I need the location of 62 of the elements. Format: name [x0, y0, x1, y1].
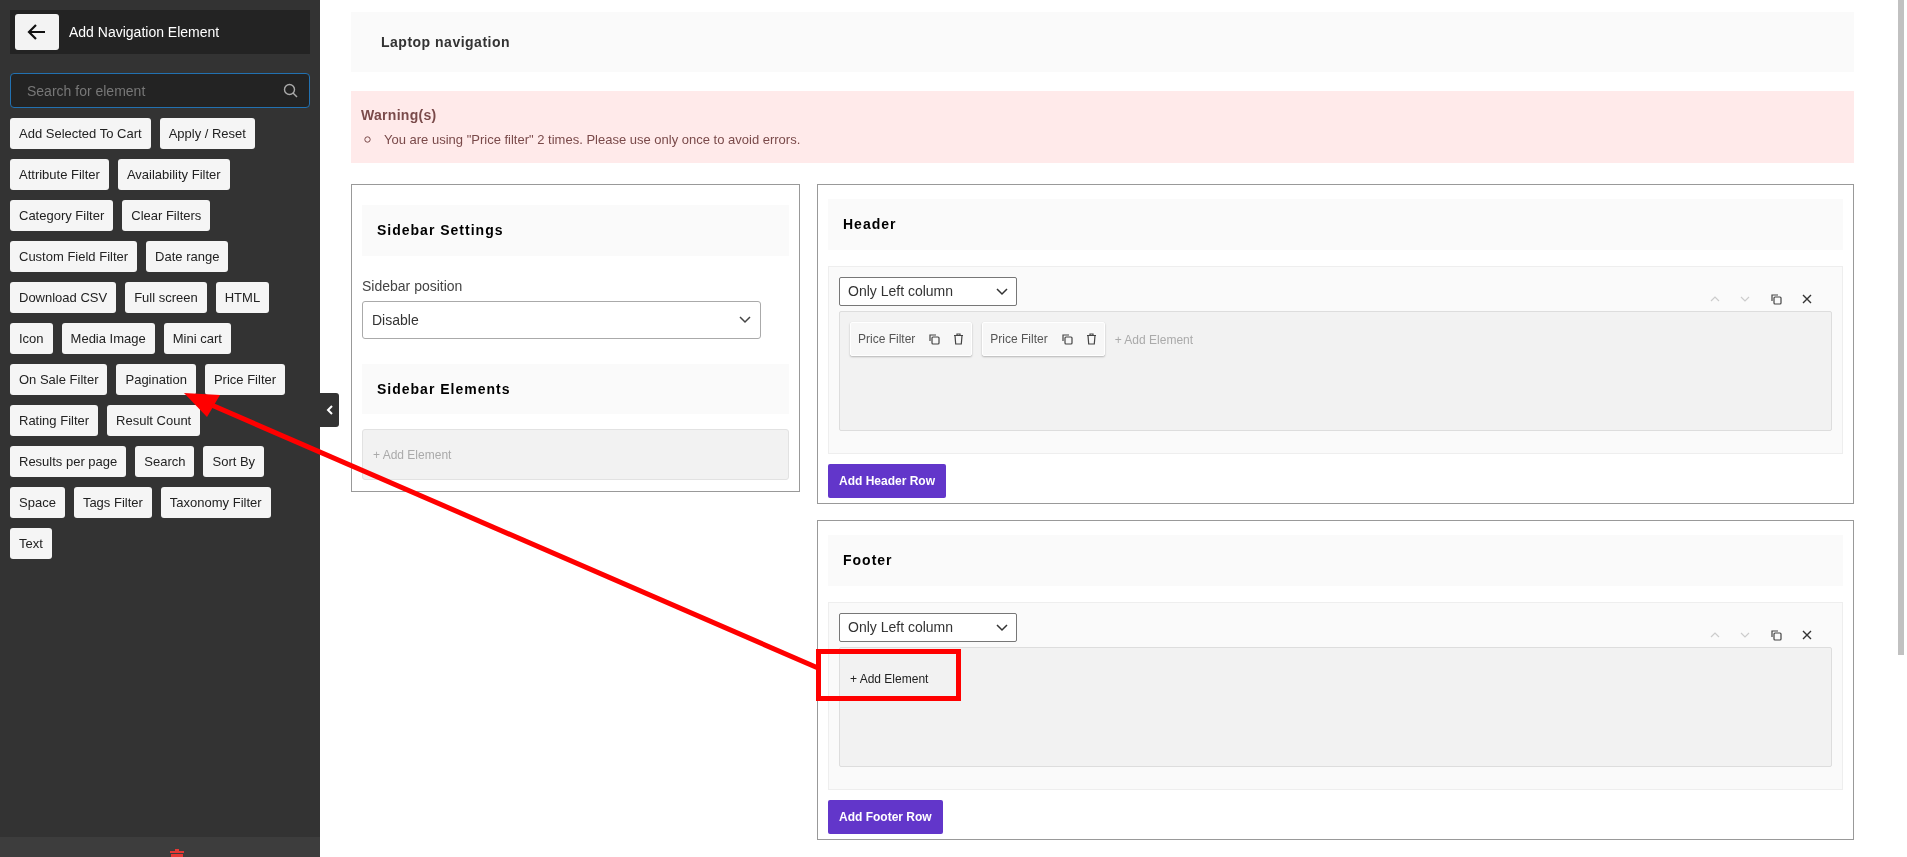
- chevron-down-icon: [739, 316, 751, 324]
- close-icon[interactable]: [1802, 630, 1812, 640]
- copy-icon[interactable]: [1770, 293, 1782, 305]
- element-chip[interactable]: Media Image: [61, 323, 155, 354]
- copy-icon[interactable]: [928, 333, 941, 345]
- chevron-down-icon: [996, 287, 1008, 296]
- element-chip[interactable]: Text: [10, 528, 52, 559]
- back-arrow-icon: [27, 23, 47, 41]
- element-chip[interactable]: Tags Filter: [73, 487, 152, 518]
- element-chip[interactable]: Results per page: [10, 446, 127, 477]
- element-chip[interactable]: Custom Field Filter: [10, 241, 138, 272]
- section-heading: Header: [843, 215, 897, 234]
- element-label: Price Filter: [858, 331, 916, 348]
- element-chip[interactable]: Space: [10, 487, 65, 518]
- element-chip[interactable]: Result Count: [107, 405, 201, 436]
- element-chip[interactable]: Attribute Filter: [10, 159, 109, 190]
- close-icon[interactable]: [1802, 294, 1812, 304]
- element-chip[interactable]: Date range: [146, 241, 229, 272]
- element-chip[interactable]: Price Filter: [204, 364, 286, 395]
- add-row-button[interactable]: Add Footer Row: [828, 800, 943, 834]
- section-heading: Footer: [843, 551, 893, 570]
- copy-icon[interactable]: [1770, 629, 1782, 641]
- position-select[interactable]: Disable: [362, 301, 761, 339]
- scrollbar[interactable]: [1898, 0, 1904, 655]
- element-chip[interactable]: Availability Filter: [117, 159, 230, 190]
- trash-icon[interactable]: [953, 333, 965, 345]
- bullet-icon: [364, 136, 371, 144]
- column-layout-select[interactable]: Only Left column: [839, 277, 1017, 306]
- element-chip[interactable]: HTML: [215, 282, 270, 313]
- field-label: Sidebar position: [362, 277, 464, 296]
- element-chip[interactable]: Category Filter: [10, 200, 114, 231]
- page-title: Laptop navigation: [381, 32, 511, 52]
- trash-icon[interactable]: [1085, 333, 1097, 345]
- element-chip[interactable]: Download CSV: [10, 282, 117, 313]
- copy-icon[interactable]: [1060, 333, 1073, 345]
- search-icon: [283, 83, 298, 98]
- element-chip[interactable]: Taxonomy Filter: [160, 487, 271, 518]
- back-button[interactable]: [15, 14, 59, 50]
- add-row-button[interactable]: Add Header Row: [828, 464, 946, 498]
- collapse-tab[interactable]: [320, 393, 339, 427]
- element-chip[interactable]: Icon: [10, 323, 53, 354]
- element-chip[interactable]: Add Selected To Cart: [10, 118, 151, 149]
- element-label: Price Filter: [990, 331, 1048, 348]
- element-chip[interactable]: Apply / Reset: [159, 118, 255, 149]
- warning-title: Warning(s): [361, 106, 438, 125]
- element-chip[interactable]: On Sale Filter: [10, 364, 108, 395]
- chevron-left-icon: [326, 405, 333, 415]
- element-chip[interactable]: Sort By: [203, 446, 265, 477]
- element-chip[interactable]: Full screen: [125, 282, 207, 313]
- search-field[interactable]: Search for element: [10, 73, 310, 108]
- section-heading: Sidebar Elements: [377, 379, 511, 399]
- section-heading: Sidebar Settings: [377, 221, 504, 240]
- warning-message: You are using "Price filter" 2 times. Please use only once to avoid errors.: [384, 131, 801, 149]
- add-element-link[interactable]: + Add Element: [850, 670, 929, 688]
- element-chip[interactable]: Rating Filter: [10, 405, 99, 436]
- element-chip[interactable]: Pagination: [116, 364, 196, 395]
- element-chip[interactable]: Mini cart: [163, 323, 231, 354]
- element-chip[interactable]: Clear Filters: [122, 200, 211, 231]
- panel-title: Add Navigation Element: [69, 22, 220, 42]
- column-layout-select[interactable]: Only Left column: [839, 613, 1017, 642]
- element-chip[interactable]: Search: [135, 446, 195, 477]
- chevron-down-icon: [996, 623, 1008, 632]
